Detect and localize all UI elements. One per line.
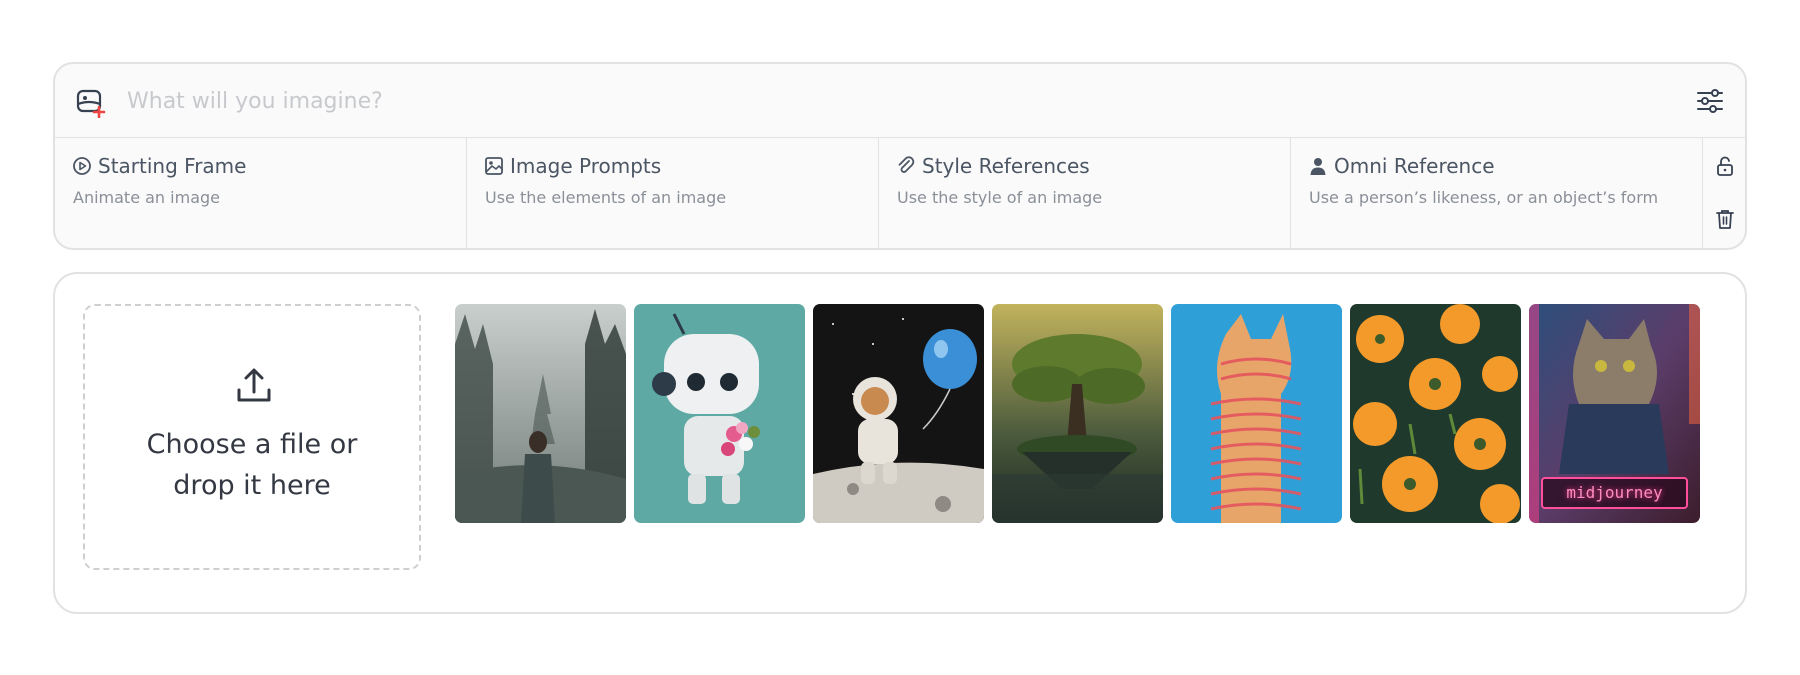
person-icon	[1310, 158, 1326, 175]
gallery-thumb-striped-cat[interactable]	[1171, 304, 1342, 523]
image-prompts-option[interactable]: Image Prompts Use the elements of an ima…	[467, 138, 879, 248]
trash-icon[interactable]	[1714, 208, 1736, 230]
prompt-panel: Starting Frame Animate an image Image Pr…	[53, 62, 1747, 250]
omni-reference-option[interactable]: Omni Reference Use a person’s likeness, …	[1291, 138, 1703, 248]
style-references-option[interactable]: Style References Use the style of an ima…	[879, 138, 1291, 248]
gallery-thumb-poppies[interactable]	[1350, 304, 1521, 523]
play-circle-icon	[73, 157, 91, 175]
upload-icon	[237, 368, 271, 402]
tree-island-image	[992, 304, 1163, 523]
omni-reference-title: Omni Reference	[1334, 154, 1495, 178]
prompt-input[interactable]	[127, 80, 1607, 122]
robot-image	[634, 304, 805, 523]
image-icon	[485, 157, 503, 175]
gallery-thumb-cat-astronaut[interactable]	[813, 304, 984, 523]
starting-frame-subtitle: Animate an image	[73, 188, 220, 207]
file-dropzone[interactable]: Choose a file or drop it here	[83, 304, 421, 570]
gallery-thumb-misty-forest[interactable]	[455, 304, 626, 523]
image-prompts-subtitle: Use the elements of an image	[485, 188, 727, 207]
gallery-thumb-tree-island[interactable]	[992, 304, 1163, 523]
upload-panel: Choose a file or drop it here midjourney	[53, 272, 1747, 614]
settings-sliders-icon[interactable]	[1695, 86, 1725, 116]
side-actions	[1703, 138, 1745, 248]
neon-sign-text: midjourney	[1541, 477, 1688, 509]
gallery-thumb-neon-cat[interactable]: midjourney	[1529, 304, 1700, 523]
cat-astronaut-image	[813, 304, 984, 523]
starting-frame-option[interactable]: Starting Frame Animate an image	[55, 138, 467, 248]
misty-forest-image	[455, 304, 626, 523]
paperclip-icon	[898, 156, 915, 173]
omni-reference-subtitle: Use a person’s likeness, or an object’s …	[1309, 188, 1659, 207]
style-references-title: Style References	[922, 154, 1090, 178]
add-image-icon[interactable]	[75, 86, 107, 118]
reference-row: Starting Frame Animate an image Image Pr…	[55, 138, 1745, 248]
style-references-subtitle: Use the style of an image	[897, 188, 1103, 207]
poppies-image	[1350, 304, 1521, 523]
gallery-thumb-robot[interactable]	[634, 304, 805, 523]
unlock-icon[interactable]	[1714, 155, 1736, 177]
starting-frame-title: Starting Frame	[98, 154, 247, 178]
striped-cat-image	[1171, 304, 1342, 523]
dropzone-label: Choose a file or drop it here	[146, 429, 358, 501]
prompt-row	[55, 64, 1745, 138]
image-prompts-title: Image Prompts	[510, 154, 662, 178]
